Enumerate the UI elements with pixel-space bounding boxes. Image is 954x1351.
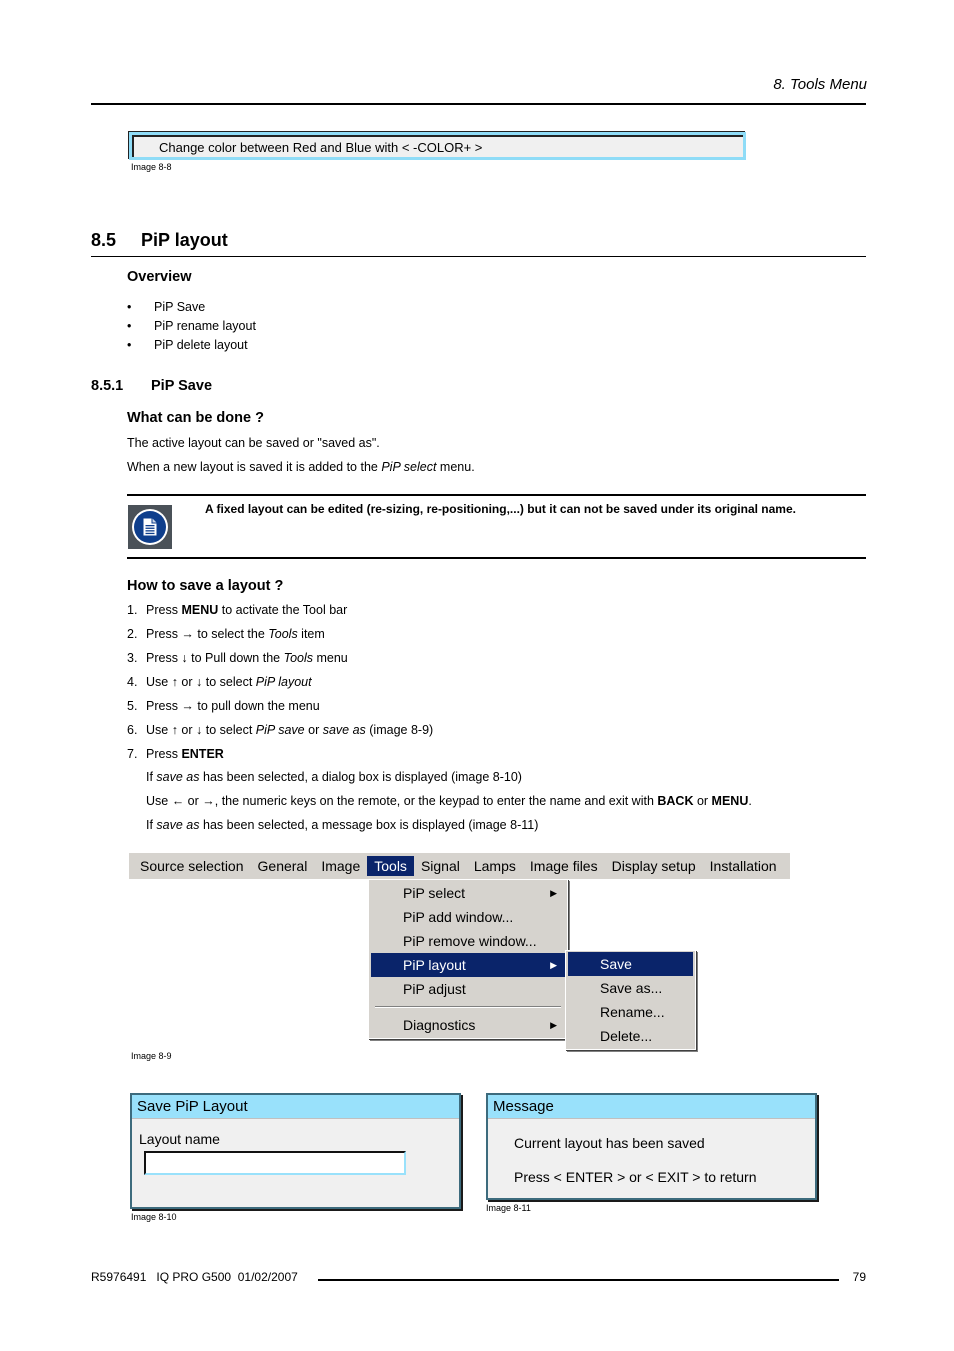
menubar-item-general[interactable]: General: [251, 856, 315, 876]
dialog-title: Save PiP Layout: [132, 1095, 459, 1119]
message-title: Message: [488, 1095, 815, 1119]
paragraph: When a new layout is saved it is added t…: [127, 460, 475, 474]
image-caption: Image 8-8: [131, 162, 172, 172]
tools-dropdown-menu: PiP select ▶ PiP add window... PiP remove w…: [368, 879, 568, 1039]
layout-name-input[interactable]: [144, 1151, 406, 1175]
menu-item-pip-layout[interactable]: PiP layout ▶: [371, 953, 565, 977]
note-top-rule: [127, 494, 866, 496]
paragraph: The active layout can be saved or "saved…: [127, 436, 380, 450]
image-caption: Image 8-10: [131, 1212, 177, 1222]
chapter-header: 8. Tools Menu: [773, 76, 867, 93]
pip-layout-submenu: Save Save as... Rename... Delete...: [565, 950, 696, 1050]
step-number: 5.: [127, 699, 138, 713]
footer-rule: [318, 1279, 839, 1281]
section-number: 8.5: [91, 230, 117, 250]
note-text: A fixed layout can be edited (re-sizing,…: [205, 502, 796, 516]
what-heading: What can be done ?: [127, 410, 264, 426]
header-rule: [91, 103, 866, 105]
section-title: PiP layout: [141, 230, 228, 250]
submenu-arrow-icon: ▶: [550, 1019, 557, 1030]
instruction-step: 1. Press MENU to activate the Tool bar: [127, 603, 348, 617]
menubar-item-image-files[interactable]: Image files: [523, 856, 605, 876]
image-caption: Image 8-9: [131, 1051, 172, 1061]
instruction-step: 6. Use ↑ or ↓ to select PiP save or save …: [127, 723, 434, 737]
menu-item-diagnostics[interactable]: Diagnostics ▶: [371, 1013, 565, 1037]
menu-separator: [375, 1006, 561, 1008]
footer-doc-info: R5976491 IQ PRO G500 01/02/2007: [91, 1270, 298, 1284]
note-document-icon: [128, 505, 172, 549]
message-line: Current layout has been saved: [514, 1135, 705, 1151]
menubar-item-signal[interactable]: Signal: [414, 856, 467, 876]
overview-heading: Overview: [127, 269, 192, 285]
overview-item: • PiP delete layout: [127, 338, 248, 352]
bullet-icon: •: [127, 300, 132, 314]
step-number: 6.: [127, 723, 138, 737]
subsection-number: 8.5.1: [91, 378, 124, 394]
step-number: 3.: [127, 651, 138, 665]
message-line: Press < ENTER > or < EXIT > to return: [514, 1169, 757, 1185]
osd-menubar: Source selection General Image Tools Signal L…: [129, 853, 790, 879]
menubar-item-display-setup[interactable]: Display setup: [605, 856, 703, 876]
submenu-item-delete[interactable]: Delete...: [568, 1024, 693, 1048]
submenu-item-save[interactable]: Save: [568, 952, 693, 976]
bullet-icon: •: [127, 338, 132, 352]
instruction-step: 2. Press → to select the Tools item: [127, 627, 325, 641]
image-caption: Image 8-11: [486, 1203, 531, 1213]
bullet-icon: •: [127, 319, 132, 333]
save-pip-layout-dialog: Save PiP Layout Layout name: [130, 1093, 461, 1209]
menu-item-pip-adjust[interactable]: PiP adjust: [371, 977, 565, 1001]
menubar-item-tools[interactable]: Tools: [367, 856, 414, 876]
submenu-item-rename[interactable]: Rename...: [568, 1000, 693, 1024]
menubar-item-installation[interactable]: Installation: [703, 856, 784, 876]
message-box: Message Current layout has been saved Pr…: [486, 1093, 817, 1200]
layout-name-label: Layout name: [139, 1131, 220, 1147]
step-number: 4.: [127, 675, 138, 689]
instruction-step: 5. Press → to pull down the menu: [127, 699, 320, 713]
instruction-step: 3. Press ↓ to Pull down the Tools menu: [127, 651, 348, 665]
instruction-substep: If save as has been selected, a message …: [146, 818, 539, 832]
menubar-item-source-selection[interactable]: Source selection: [133, 856, 251, 876]
instruction-substep: Use ← or →, the numeric keys on the remo…: [146, 794, 752, 808]
color-hint-text: Change color between Red and Blue with <…: [159, 140, 483, 155]
menu-item-pip-remove-window[interactable]: PiP remove window...: [371, 929, 565, 953]
note-bottom-rule: [127, 557, 866, 559]
color-hint-box: Change color between Red and Blue with <…: [129, 132, 746, 160]
instruction-substep: If save as has been selected, a dialog b…: [146, 770, 522, 784]
instruction-step: 7. Press ENTER: [127, 747, 224, 761]
step-number: 1.: [127, 603, 138, 617]
submenu-arrow-icon: ▶: [550, 887, 557, 898]
subsection-heading: 8.5.1 PiP Save: [91, 378, 212, 394]
step-number: 7.: [127, 747, 138, 761]
submenu-item-save-as[interactable]: Save as...: [568, 976, 693, 1000]
how-heading: How to save a layout ?: [127, 578, 284, 594]
overview-item: • PiP Save: [127, 300, 206, 314]
page-number: 79: [852, 1270, 866, 1284]
section-heading: 8.5 PiP layout: [91, 230, 228, 251]
overview-item: • PiP rename layout: [127, 319, 256, 333]
section-rule: [91, 256, 866, 257]
menu-item-pip-select[interactable]: PiP select ▶: [371, 881, 565, 905]
instruction-step: 4. Use ↑ or ↓ to select PiP layout: [127, 675, 312, 689]
menubar-item-image[interactable]: Image: [314, 856, 367, 876]
menu-item-pip-add-window[interactable]: PiP add window...: [371, 905, 565, 929]
step-number: 2.: [127, 627, 138, 641]
menubar-item-lamps[interactable]: Lamps: [467, 856, 523, 876]
submenu-arrow-icon: ▶: [550, 959, 557, 970]
subsection-title: PiP Save: [151, 378, 213, 394]
